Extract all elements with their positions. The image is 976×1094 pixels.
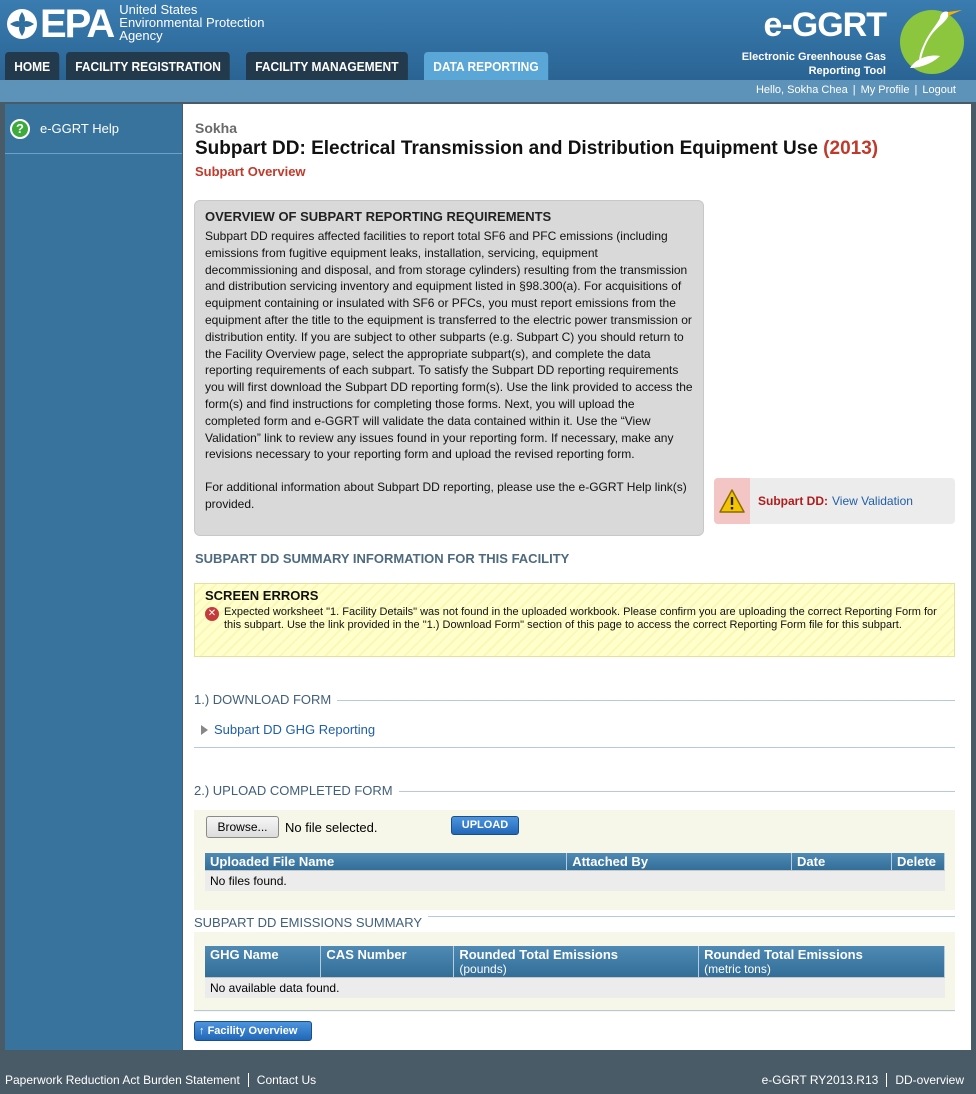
upload-form-heading: 2.) UPLOAD COMPLETED FORM (194, 783, 399, 798)
section-divider (194, 1010, 955, 1011)
upload-button[interactable]: UPLOAD (451, 816, 519, 835)
eggrt-subtitle-line: Electronic Greenhouse Gas (741, 51, 886, 63)
eggrt-subtitle-line: Reporting Tool (808, 65, 886, 77)
tab-data-reporting[interactable]: DATA REPORTING (424, 52, 549, 80)
summary-heading: SUBPART DD SUMMARY INFORMATION FOR THIS … (195, 551, 570, 566)
contact-link[interactable]: Contact Us (257, 1073, 316, 1087)
error-message: Expected worksheet "1. Facility Details"… (224, 606, 937, 631)
column-header[interactable]: Attached By (566, 853, 793, 871)
page-id-label: DD-overview (895, 1073, 964, 1087)
sidebar-item-help[interactable]: ? e-GGRT Help (5, 104, 182, 154)
main-nav-tabs: HOME FACILITY REGISTRATION FACILITY MANA… (5, 52, 561, 80)
logout-link[interactable]: Logout (922, 84, 956, 96)
file-status: No file selected. (285, 820, 378, 835)
my-profile-link[interactable]: My Profile (861, 84, 910, 96)
column-header: GHG Name (205, 946, 322, 978)
overview-help-paragraph: For additional information about Subpart… (205, 480, 687, 511)
egret-logo-icon (900, 10, 964, 74)
user-greeting: Hello, Sokha Chea (755, 84, 848, 96)
table-row: No available data found. (205, 977, 945, 998)
eggrt-subtitle: Electronic Greenhouse Gas Reporting Tool (742, 50, 886, 78)
table-row: No files found. (205, 870, 945, 891)
screen-errors-panel: SCREEN ERRORS ✕ Expected worksheet "1. F… (194, 583, 955, 657)
eggrt-title: e-GGRT (763, 6, 887, 44)
tab-home[interactable]: HOME (5, 52, 60, 80)
subpart-overview-link[interactable]: Subpart Overview (195, 164, 306, 179)
column-header-text: Rounded Total Emissions (704, 947, 863, 962)
sidebar: ? e-GGRT Help (5, 104, 182, 1050)
validation-panel: Subpart DD: View Validation (714, 478, 955, 524)
page-title: Subpart DD: Electrical Transmission and … (195, 138, 878, 160)
download-form-link[interactable]: Subpart DD GHG Reporting (214, 722, 375, 737)
uploaded-files-table: Uploaded File Name Attached By Date Dele… (205, 853, 946, 891)
empty-message: No available data found. (205, 977, 945, 998)
expand-arrow-icon[interactable] (201, 724, 208, 735)
screen-errors-heading: SCREEN ERRORS (205, 588, 319, 603)
facility-overview-label: Facility Overview (207, 1025, 298, 1037)
overview-heading: OVERVIEW OF SUBPART REPORTING REQUIREMEN… (205, 209, 552, 224)
epa-logo[interactable]: EPA United States Environmental Protecti… (6, 2, 265, 46)
download-link-row: Subpart DD GHG Reporting (201, 722, 375, 737)
paperwork-link[interactable]: Paperwork Reduction Act Burden Statement (5, 1073, 240, 1087)
footer: Paperwork Reduction Act Burden Statement… (0, 1066, 976, 1094)
footer-right: e-GGRT RY2013.R13 DD-overview (762, 1073, 964, 1087)
error-row: ✕ Expected worksheet "1. Facility Detail… (205, 606, 944, 632)
epa-agency-name: United States Environmental Protection A… (119, 3, 264, 42)
validation-label: Subpart DD: (758, 494, 828, 508)
column-header-text: Rounded Total Emissions (459, 947, 619, 962)
help-icon: ? (10, 118, 30, 139)
download-form-heading: 1.) DOWNLOAD FORM (194, 692, 338, 707)
column-header[interactable]: Delete (891, 853, 946, 871)
column-header: CAS Number (320, 946, 455, 978)
browse-button[interactable]: Browse... (206, 816, 279, 838)
overview-paragraph: Subpart DD requires affected facilities … (205, 229, 693, 462)
footer-left: Paperwork Reduction Act Burden Statement… (5, 1073, 316, 1087)
up-arrow-icon: ↑ (199, 1025, 205, 1037)
user-bar: Hello, Sokha Chea | My Profile | Logout (0, 80, 976, 102)
facility-name: Sokha (195, 120, 238, 136)
emissions-table: GHG Name CAS Number Rounded Total Emissi… (205, 946, 945, 998)
warning-icon-wrap (714, 478, 750, 524)
column-header: Rounded Total Emissions (metric tons) (698, 946, 945, 978)
epa-flower-icon (7, 9, 37, 39)
section-divider (194, 747, 955, 748)
eggrt-brand: e-GGRT Electronic Greenhouse Gas Reporti… (726, 4, 966, 78)
view-validation-link[interactable]: View Validation (832, 494, 913, 508)
emissions-summary-heading: SUBPART DD EMISSIONS SUMMARY (194, 915, 429, 930)
app-header: EPA United States Environmental Protecti… (0, 0, 976, 80)
agency-line: United States (119, 1, 198, 17)
tab-facility-registration[interactable]: FACILITY REGISTRATION (66, 52, 231, 80)
sidebar-item-label: e-GGRT Help (40, 121, 119, 136)
tab-facility-management[interactable]: FACILITY MANAGEMENT (246, 52, 409, 80)
reporting-year: (2013) (823, 138, 879, 159)
empty-message: No files found. (205, 870, 945, 891)
error-icon: ✕ (205, 607, 219, 621)
column-header-unit: (pounds) (459, 962, 507, 976)
column-header: Rounded Total Emissions (pounds) (453, 946, 700, 978)
column-header[interactable]: Date (791, 853, 892, 871)
column-header[interactable]: Uploaded File Name (205, 853, 568, 871)
warning-icon (719, 489, 745, 513)
facility-overview-button[interactable]: ↑ Facility Overview (194, 1021, 312, 1041)
version-label: e-GGRT RY2013.R13 (761, 1073, 879, 1087)
page-title-text: Subpart DD: Electrical Transmission and … (195, 138, 818, 159)
main-content: Sokha Subpart DD: Electrical Transmissio… (183, 104, 971, 1050)
agency-line: Environmental Protection (119, 14, 265, 30)
agency-line: Agency (119, 27, 163, 43)
overview-panel: OVERVIEW OF SUBPART REPORTING REQUIREMEN… (194, 200, 704, 536)
epa-wordmark: EPA (40, 2, 115, 46)
column-header-unit: (metric tons) (704, 962, 771, 976)
